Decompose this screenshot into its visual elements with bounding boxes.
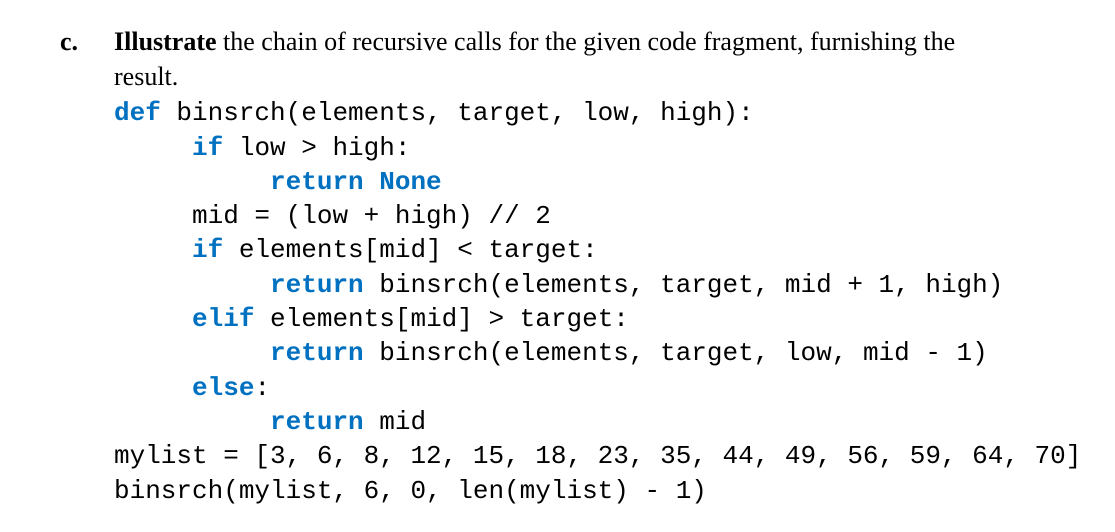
kw-return-none: return None	[270, 167, 442, 197]
prompt-line-2: result.	[114, 59, 1085, 94]
kw-else: else	[192, 373, 254, 403]
kw-if-2: if	[192, 235, 223, 265]
kw-return-1: return	[270, 270, 364, 300]
code-l9-rest: :	[254, 373, 270, 403]
code-l10-rest: mid	[364, 407, 426, 437]
prompt-bold: Illustrate	[114, 27, 217, 56]
code-block: def binsrch(elements, target, low, high)…	[114, 96, 1085, 508]
kw-if-1: if	[192, 133, 223, 163]
kw-def: def	[114, 98, 161, 128]
kw-return-2: return	[270, 338, 364, 368]
prompt-line-1: Illustrate the chain of recursive calls …	[114, 24, 1085, 59]
code-l4: mid = (low + high) // 2	[192, 201, 551, 231]
code-l8-rest: binsrch(elements, target, low, mid - 1)	[364, 338, 988, 368]
question-content: Illustrate the chain of recursive calls …	[114, 24, 1085, 508]
kw-elif: elif	[192, 304, 254, 334]
code-l2-rest: low > high:	[223, 133, 410, 163]
code-l7-rest: elements[mid] > target:	[254, 304, 628, 334]
code-l11: mylist = [3, 6, 8, 12, 15, 18, 23, 35, 4…	[114, 441, 1081, 471]
code-l12: binsrch(mylist, 6, 0, len(mylist) - 1)	[114, 476, 707, 506]
code-l1-rest: binsrch(elements, target, low, high):	[161, 98, 754, 128]
code-l5-rest: elements[mid] < target:	[223, 235, 597, 265]
question-marker: c.	[60, 24, 90, 59]
question-block: c. Illustrate the chain of recursive cal…	[60, 24, 1085, 508]
code-l6-rest: binsrch(elements, target, mid + 1, high)	[364, 270, 1004, 300]
kw-return-3: return	[270, 407, 364, 437]
prompt-rest-1: the chain of recursive calls for the giv…	[217, 27, 956, 56]
